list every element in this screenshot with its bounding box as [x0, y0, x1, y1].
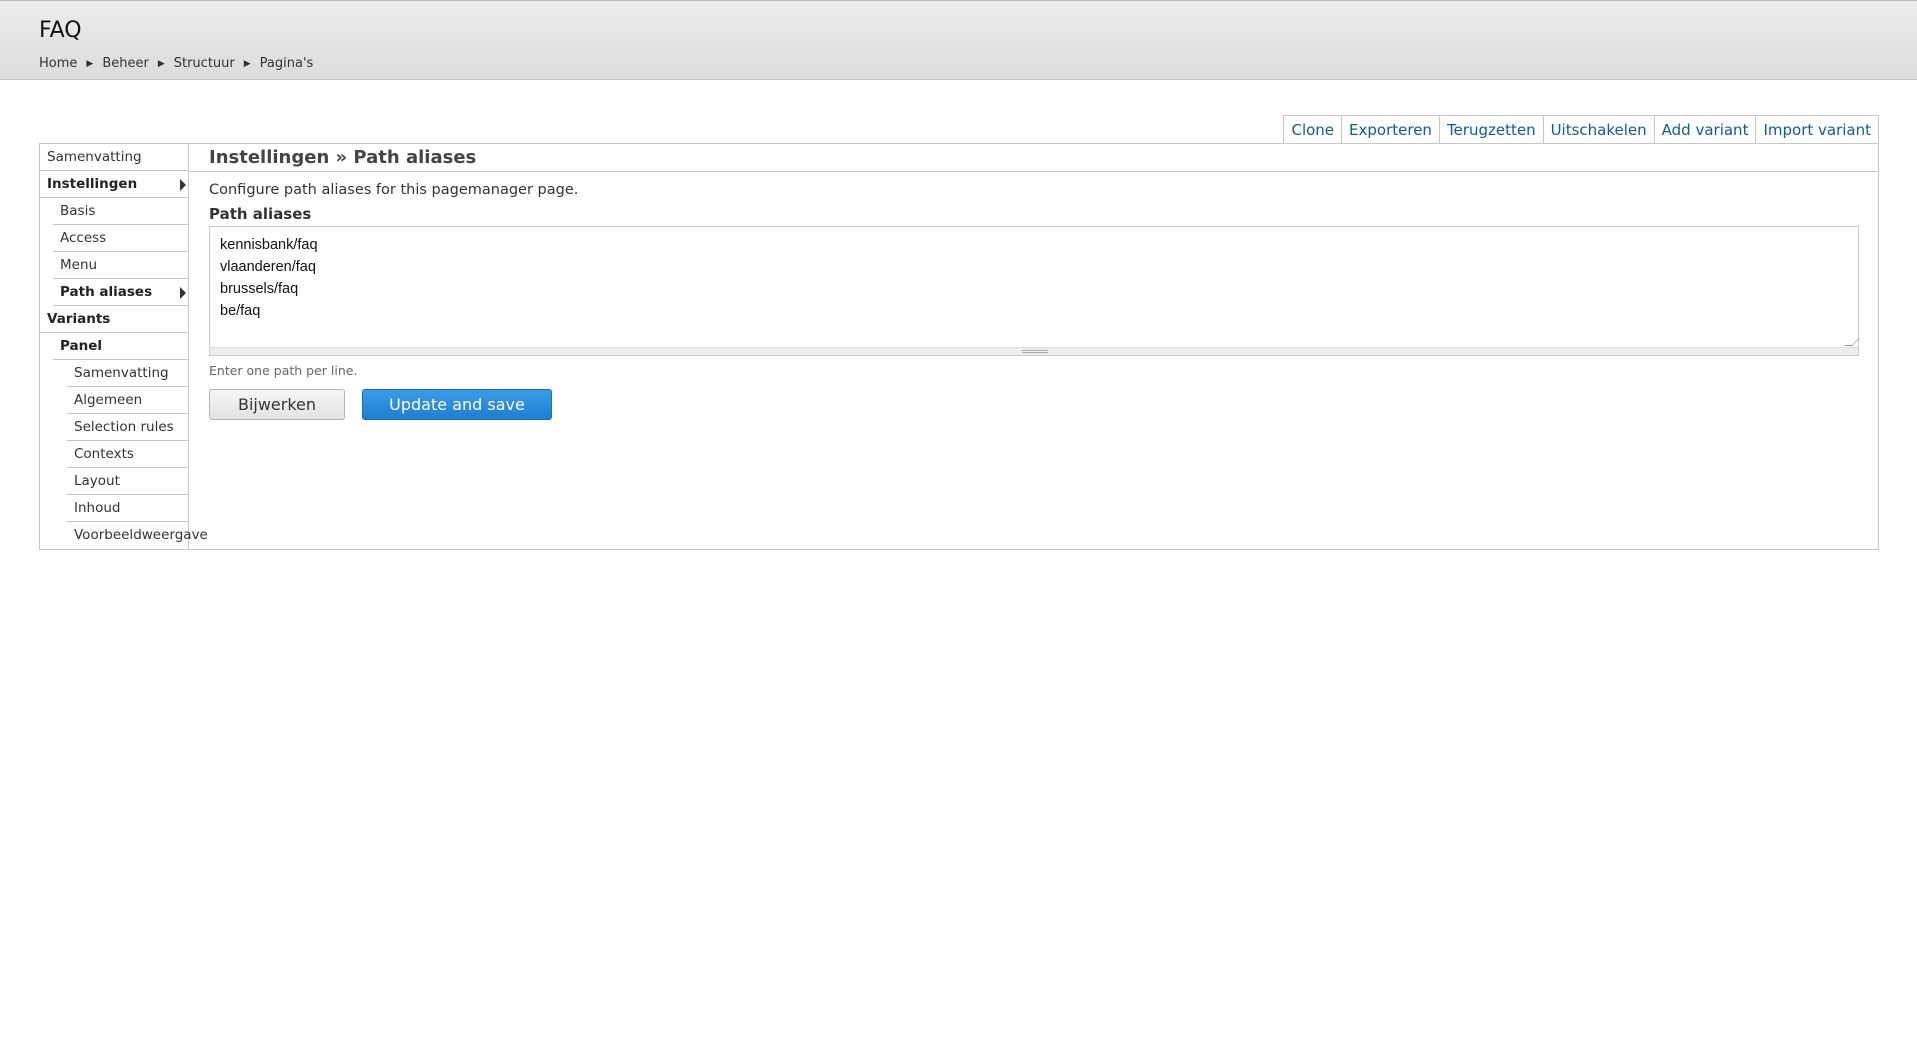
breadcrumb-home[interactable]: Home [39, 56, 77, 71]
action-tabs: Clone Exporteren Terugzetten Uitschakele… [1283, 115, 1879, 144]
sidebar-item-preview[interactable]: Voorbeeldweergave [67, 522, 208, 549]
breadcrumb-paginas[interactable]: Pagina's [260, 56, 314, 71]
update-and-save-button[interactable]: Update and save [362, 389, 552, 420]
sidebar-item-basis[interactable]: Basis [53, 198, 188, 225]
clone-link[interactable]: Clone [1284, 116, 1341, 144]
path-aliases-label: Path aliases [209, 205, 312, 223]
alias-line: kennisbank/faq [220, 237, 318, 253]
main-content: Instellingen » Path aliases Configure pa… [190, 144, 1878, 549]
breadcrumb-separator-icon: ▶ [86, 58, 94, 69]
breadcrumb-separator-icon: ▶ [157, 58, 165, 69]
form-description: Configure path aliases for this pagemana… [209, 182, 579, 198]
sidebar-item-variant-summary[interactable]: Samenvatting [67, 360, 188, 387]
arrow-right-icon [180, 287, 186, 299]
section-title: Instellingen » Path aliases [190, 144, 1878, 172]
sidebar-nav: Samenvatting Instellingen Basis Access M… [40, 144, 208, 549]
path-aliases-textarea[interactable]: kennisbank/faq vlaanderen/faq brussels/f… [209, 226, 1860, 356]
page-manager-frame: Samenvatting Instellingen Basis Access M… [39, 143, 1879, 550]
export-link[interactable]: Exporteren [1341, 116, 1439, 144]
sidebar-item-summary[interactable]: Samenvatting [40, 144, 188, 171]
sidebar-item-access[interactable]: Access [53, 225, 188, 252]
sidebar-item-variants[interactable]: Variants [40, 306, 188, 333]
update-button[interactable]: Bijwerken [209, 389, 345, 420]
arrow-right-icon [180, 179, 186, 191]
add-variant-link[interactable]: Add variant [1653, 116, 1756, 144]
breadcrumb-structuur[interactable]: Structuur [174, 56, 235, 71]
sidebar-item-path-aliases[interactable]: Path aliases [53, 279, 188, 306]
page-title: FAQ [39, 18, 82, 43]
disable-link[interactable]: Uitschakelen [1542, 116, 1654, 144]
alias-line: be/faq [220, 303, 261, 319]
alias-line: brussels/faq [220, 281, 299, 297]
resize-handle-icon[interactable] [1844, 338, 1860, 346]
sidebar-item-content[interactable]: Inhoud [67, 495, 188, 522]
alias-line: vlaanderen/faq [220, 259, 316, 275]
breadcrumb: Home ▶ Beheer ▶ Structuur ▶ Pagina's [39, 56, 313, 71]
sidebar-item-contexts[interactable]: Contexts [67, 441, 188, 468]
sidebar-item-label: Path aliases [60, 284, 153, 300]
sidebar-item-menu[interactable]: Menu [53, 252, 188, 279]
sidebar-item-general[interactable]: Algemeen [67, 387, 188, 414]
page-header: FAQ Home ▶ Beheer ▶ Structuur ▶ Pagina's [0, 0, 1917, 80]
import-variant-link[interactable]: Import variant [1755, 116, 1878, 144]
textarea-grippie[interactable] [210, 347, 1858, 355]
breadcrumb-beheer[interactable]: Beheer [102, 56, 149, 71]
breadcrumb-separator-icon: ▶ [243, 58, 251, 69]
sidebar-item-layout[interactable]: Layout [67, 468, 188, 495]
grip-icon [1022, 350, 1048, 353]
sidebar-item-panel[interactable]: Panel [53, 333, 188, 360]
sidebar-item-settings[interactable]: Instellingen [40, 171, 188, 198]
sidebar-item-label: Instellingen [47, 176, 138, 192]
field-help-text: Enter one path per line. [209, 363, 358, 378]
sidebar-item-selection-rules[interactable]: Selection rules [67, 414, 188, 441]
revert-link[interactable]: Terugzetten [1438, 116, 1543, 144]
textarea-content: kennisbank/faq vlaanderen/faq brussels/f… [220, 234, 318, 322]
